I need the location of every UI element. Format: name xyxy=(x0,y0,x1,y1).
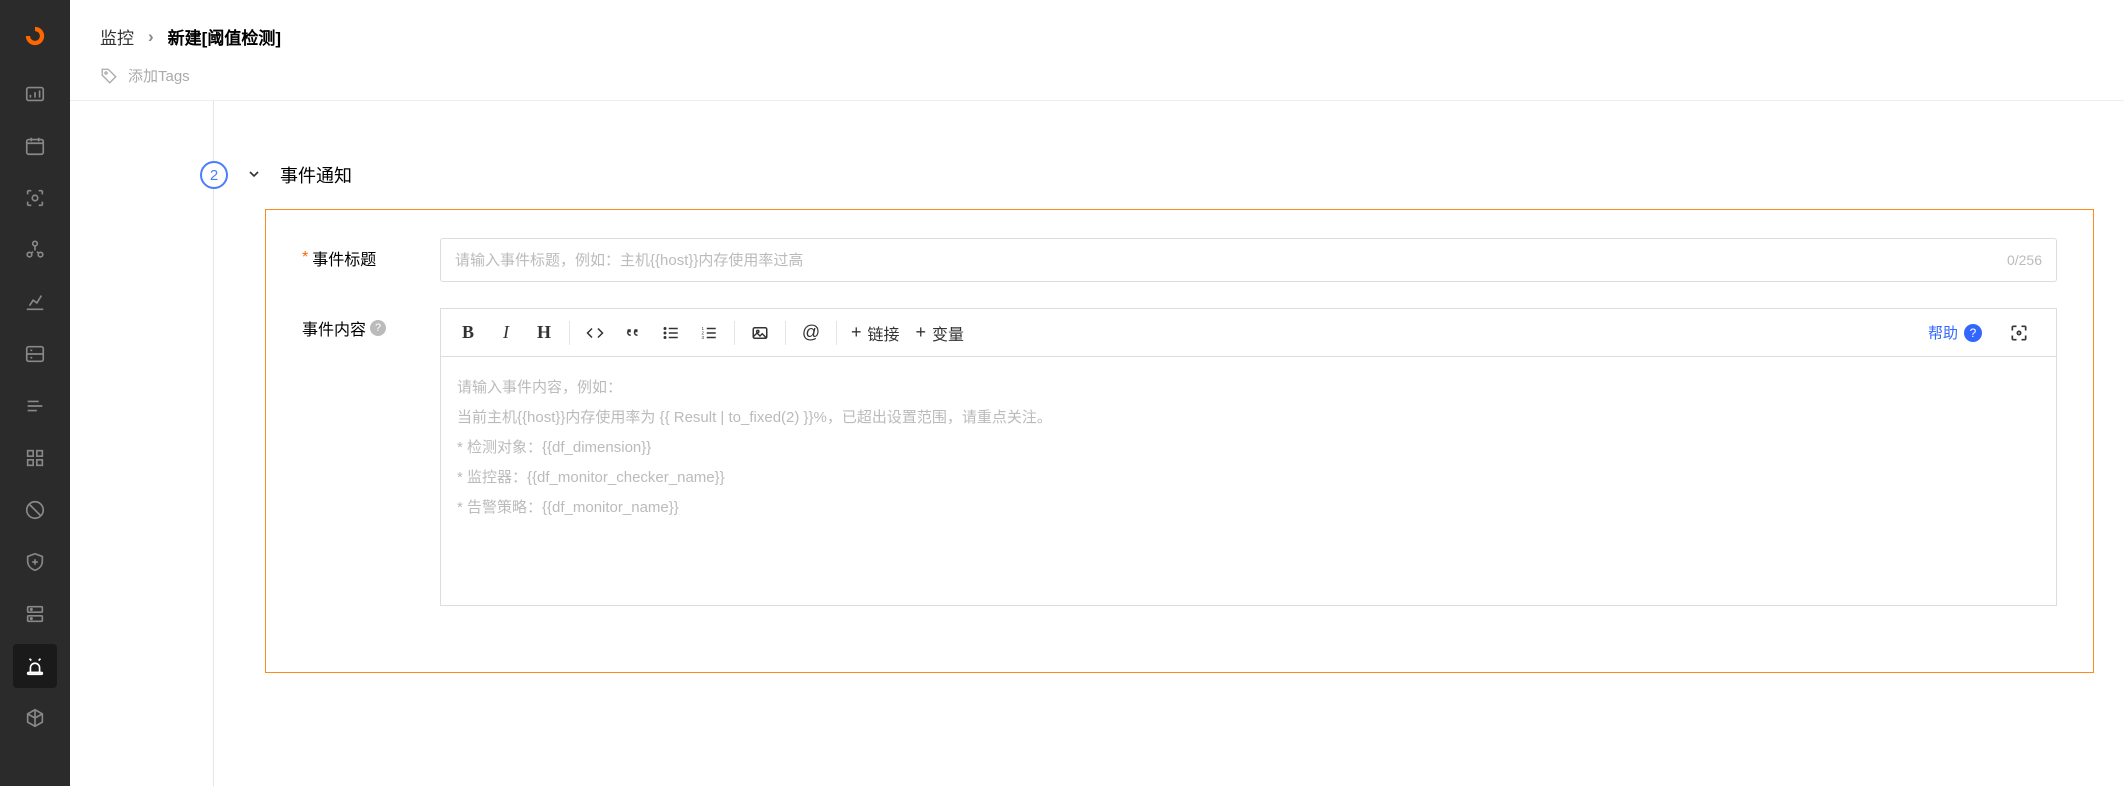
toolbar-left: B I H 123 xyxy=(449,315,972,351)
nav-block-icon[interactable] xyxy=(13,488,57,532)
page-header: 监控 › 新建[阈值检测] 添加Tags xyxy=(70,0,2124,101)
char-counter: 0/256 xyxy=(2007,252,2042,268)
quote-button[interactable] xyxy=(614,315,652,351)
nav-storage-icon[interactable] xyxy=(13,332,57,376)
toolbar-sep xyxy=(785,321,786,345)
event-title-field[interactable]: 0/256 xyxy=(440,238,2057,282)
event-title-input[interactable] xyxy=(455,252,2007,269)
main-content: 监控 › 新建[阈值检测] 添加Tags 2 事件通知 xyxy=(70,0,2124,786)
required-mark: * xyxy=(302,249,308,267)
nav-list-icon[interactable] xyxy=(13,384,57,428)
toolbar-right: 帮助 ? xyxy=(1928,315,2048,351)
code-button[interactable] xyxy=(576,315,614,351)
editor-body[interactable]: 请输入事件内容，例如： 当前主机{{host}}内存使用率为 {{ Result… xyxy=(440,356,2057,606)
toolbar-sep xyxy=(569,321,570,345)
nav-shield-icon[interactable] xyxy=(13,540,57,584)
nav-server-icon[interactable] xyxy=(13,592,57,636)
nav-focus-icon[interactable] xyxy=(13,176,57,220)
section-event-notification: 2 事件通知 * 事件标题 0/256 xyxy=(100,161,2094,673)
bold-button[interactable]: B xyxy=(449,315,487,351)
heading-button[interactable]: H xyxy=(525,315,563,351)
row-event-title: * 事件标题 0/256 xyxy=(302,238,2057,282)
fullscreen-button[interactable] xyxy=(2000,315,2038,351)
ol-button[interactable]: 123 xyxy=(690,315,728,351)
nav-analytics-icon[interactable] xyxy=(13,280,57,324)
toolbar-sep xyxy=(836,321,837,345)
row-event-content: 事件内容 ? B I H xyxy=(302,308,2057,606)
label-event-title: * 事件标题 xyxy=(302,238,412,270)
section-title: 事件通知 xyxy=(280,162,352,188)
chevron-down-icon[interactable] xyxy=(246,166,262,185)
ul-button[interactable] xyxy=(652,315,690,351)
link-button[interactable]: + 链接 xyxy=(843,315,908,351)
tags-row[interactable]: 添加Tags xyxy=(100,65,2094,86)
toolbar-sep xyxy=(734,321,735,345)
help-icon[interactable]: ? xyxy=(370,320,386,336)
plus-icon: + xyxy=(916,322,927,343)
nav-alarm-icon[interactable] xyxy=(13,644,57,688)
help-badge-icon: ? xyxy=(1964,324,1982,342)
nav-nodes-icon[interactable] xyxy=(13,228,57,272)
help-link[interactable]: 帮助 ? xyxy=(1928,322,1982,343)
nav-dashboard-icon[interactable] xyxy=(13,72,57,116)
tags-placeholder: 添加Tags xyxy=(128,65,190,86)
breadcrumb-current: 新建[阈值检测] xyxy=(168,24,281,49)
plus-icon: + xyxy=(851,322,862,343)
editor-placeholder: 请输入事件内容，例如： 当前主机{{host}}内存使用率为 {{ Result… xyxy=(457,373,2040,523)
sidebar xyxy=(0,0,70,786)
content-area: 2 事件通知 * 事件标题 0/256 xyxy=(70,101,2124,786)
editor-wrap: B I H 123 xyxy=(440,308,2057,606)
step-number-badge: 2 xyxy=(200,161,228,189)
breadcrumb: 监控 › 新建[阈值检测] xyxy=(100,24,2094,49)
editor-toolbar: B I H 123 xyxy=(440,308,2057,356)
nav-calendar-icon[interactable] xyxy=(13,124,57,168)
mention-button[interactable]: @ xyxy=(792,315,830,351)
section-header: 2 事件通知 xyxy=(100,161,2094,189)
breadcrumb-monitor[interactable]: 监控 xyxy=(100,24,134,49)
label-event-content: 事件内容 ? xyxy=(302,308,412,340)
tag-icon xyxy=(100,67,118,85)
variable-button[interactable]: + 变量 xyxy=(908,315,973,351)
chevron-right-icon: › xyxy=(148,27,154,47)
app-logo[interactable] xyxy=(17,18,53,54)
nav-grid-icon[interactable] xyxy=(13,436,57,480)
nav-cube-icon[interactable] xyxy=(13,696,57,740)
svg-text:3: 3 xyxy=(702,335,705,340)
italic-button[interactable]: I xyxy=(487,315,525,351)
form-panel: * 事件标题 0/256 事件内容 ? xyxy=(265,209,2094,673)
image-button[interactable] xyxy=(741,315,779,351)
